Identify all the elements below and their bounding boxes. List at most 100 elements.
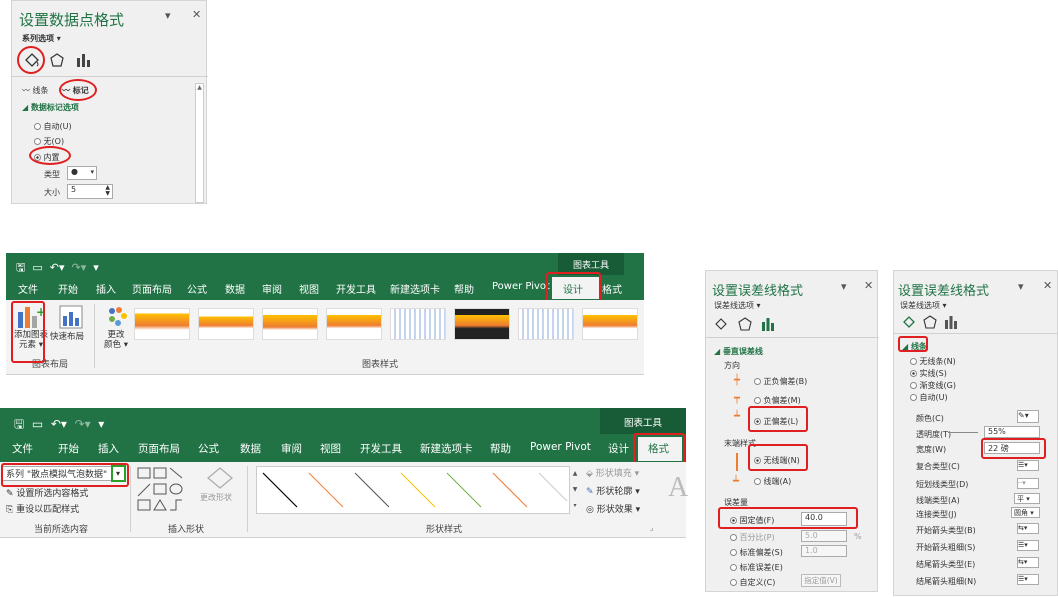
shape-outline-button[interactable]: ✎ 形状轮廓 ▾ bbox=[586, 484, 640, 497]
customize-icon[interactable]: ▾ bbox=[93, 261, 99, 274]
scrollbar[interactable]: ▲ bbox=[195, 83, 204, 203]
radio-percent[interactable]: 百分比(P) bbox=[730, 532, 775, 543]
fill-line-icon[interactable] bbox=[714, 317, 728, 331]
chart-style-thumb[interactable] bbox=[198, 308, 254, 340]
error-bar-options-icon[interactable] bbox=[761, 317, 775, 331]
dash-type-dropdown[interactable]: ┄▾ bbox=[1017, 478, 1039, 489]
radio-button[interactable] bbox=[910, 382, 917, 389]
marker-type-dropdown[interactable]: ● ▾ bbox=[67, 166, 97, 180]
radio-button[interactable] bbox=[730, 564, 737, 571]
radio-custom[interactable]: 自定义(C) bbox=[730, 577, 775, 588]
radio-button[interactable] bbox=[34, 138, 41, 145]
chart-style-thumb[interactable] bbox=[134, 308, 190, 340]
gallery-scroll[interactable]: ▲ ▼ ▾ bbox=[570, 466, 580, 514]
tab-power-pivot[interactable]: Power Pivot bbox=[492, 281, 550, 292]
tab-data[interactable]: 数据 bbox=[225, 281, 245, 296]
end-arrow-type-dropdown[interactable]: ⇆▾ bbox=[1017, 557, 1039, 568]
tab-developer[interactable]: 开发工具 bbox=[360, 441, 402, 456]
close-icon[interactable]: ✕ bbox=[1043, 279, 1052, 292]
marker-options-section[interactable]: ◢ 数据标记选项 bbox=[22, 102, 79, 113]
shape-style-gallery[interactable] bbox=[256, 466, 570, 514]
radio-stderr[interactable]: 标准误差(E) bbox=[730, 562, 783, 573]
tab-help[interactable]: 帮助 bbox=[490, 441, 511, 456]
chart-style-thumb[interactable] bbox=[454, 308, 510, 340]
tab-file[interactable]: 文件 bbox=[18, 281, 38, 296]
tab-page-layout[interactable]: 页面布局 bbox=[132, 281, 172, 296]
tab-view[interactable]: 视图 bbox=[299, 281, 319, 296]
series-options-icon[interactable] bbox=[75, 52, 91, 68]
change-colors-icon[interactable] bbox=[106, 305, 128, 327]
chart-style-gallery[interactable] bbox=[134, 308, 644, 342]
error-bar-options-dropdown[interactable]: 误差线选项 ▾ bbox=[900, 300, 947, 311]
tab-formulas[interactable]: 公式 bbox=[198, 441, 219, 456]
tab-developer[interactable]: 开发工具 bbox=[336, 281, 376, 296]
radio-button[interactable] bbox=[910, 370, 917, 377]
join-type-dropdown[interactable]: 圆角 ▾ bbox=[1011, 507, 1040, 518]
stddev-input[interactable]: 1.0 bbox=[801, 545, 847, 557]
change-colors-button[interactable]: 更改 颜色 ▾ bbox=[102, 330, 130, 350]
radio-button[interactable] bbox=[754, 478, 761, 485]
radio-button[interactable] bbox=[754, 397, 761, 404]
quick-layout-icon[interactable] bbox=[58, 304, 84, 330]
redo-icon[interactable]: ↷▾ bbox=[72, 261, 87, 274]
cap-type-dropdown[interactable]: 平 ▾ bbox=[1014, 493, 1040, 504]
tab-format[interactable]: 格式 bbox=[602, 281, 622, 296]
tab-insert[interactable]: 插入 bbox=[98, 441, 119, 456]
radio-button[interactable] bbox=[730, 534, 737, 541]
transparency-input[interactable]: 55% bbox=[984, 426, 1040, 438]
tab-review[interactable]: 审阅 bbox=[262, 281, 282, 296]
transparency-slider[interactable] bbox=[948, 432, 978, 433]
effects-icon[interactable] bbox=[923, 315, 937, 329]
radio-auto[interactable]: 自动(U) bbox=[910, 392, 948, 403]
radio-both[interactable]: 正负偏差(B) bbox=[754, 376, 807, 387]
pane-menu-icon[interactable]: ▾ bbox=[1018, 280, 1024, 293]
change-shape-icon[interactable] bbox=[206, 466, 234, 490]
radio-cap[interactable]: 线端(A) bbox=[754, 476, 791, 487]
color-picker[interactable]: ✎▾ bbox=[1017, 410, 1039, 423]
dialog-launcher-icon[interactable]: ⌟ bbox=[650, 524, 653, 532]
tab-home[interactable]: 开始 bbox=[58, 281, 78, 296]
marker-size-spinner[interactable]: 5 ▲ ▼ bbox=[67, 184, 113, 199]
specify-value-button[interactable]: 指定值(V) bbox=[801, 574, 841, 587]
compound-type-dropdown[interactable]: ☰▾ bbox=[1017, 460, 1039, 471]
chart-style-thumb[interactable] bbox=[326, 308, 382, 340]
error-bar-options-icon[interactable] bbox=[944, 315, 958, 329]
effects-icon[interactable] bbox=[738, 317, 752, 331]
chart-style-thumb[interactable] bbox=[582, 308, 638, 340]
tab-home[interactable]: 开始 bbox=[58, 441, 79, 456]
open-icon[interactable]: ▭ bbox=[32, 261, 42, 274]
tab-design[interactable]: 设计 bbox=[608, 441, 629, 456]
tab-data[interactable]: 数据 bbox=[240, 441, 261, 456]
radio-button[interactable] bbox=[730, 549, 737, 556]
tab-line[interactable]: 〰 线条 bbox=[22, 85, 49, 96]
undo-icon[interactable]: ↶▾ bbox=[50, 261, 65, 274]
quick-layout-button[interactable]: 快速布局 bbox=[50, 330, 84, 342]
radio-button[interactable] bbox=[910, 358, 917, 365]
tab-insert[interactable]: 插入 bbox=[96, 281, 116, 296]
begin-arrow-type-dropdown[interactable]: ⇆▾ bbox=[1017, 523, 1039, 534]
effects-icon[interactable] bbox=[49, 52, 65, 68]
series-options-dropdown[interactable]: 系列选项 ▾ bbox=[22, 33, 61, 44]
end-arrow-size-dropdown[interactable]: ☰▾ bbox=[1017, 574, 1039, 585]
radio-button[interactable] bbox=[730, 579, 737, 586]
radio-auto[interactable]: 自动(U) bbox=[34, 121, 72, 132]
fill-line-icon[interactable] bbox=[902, 315, 916, 329]
shape-effects-button[interactable]: ◎ 形状效果 ▾ bbox=[586, 502, 640, 515]
save-icon[interactable]: 🖫 bbox=[14, 417, 24, 431]
tab-new[interactable]: 新建选项卡 bbox=[390, 281, 440, 296]
tab-new[interactable]: 新建选项卡 bbox=[420, 441, 473, 456]
error-bar-options-dropdown[interactable]: 误差线选项 ▾ bbox=[714, 300, 761, 311]
chart-style-thumb[interactable] bbox=[262, 308, 318, 340]
pane-menu-icon[interactable]: ▾ bbox=[165, 9, 171, 22]
pane-menu-icon[interactable]: ▾ bbox=[841, 280, 847, 293]
vertical-error-bar-section[interactable]: ◢ 垂直误差线 bbox=[714, 346, 763, 357]
shape-gallery[interactable] bbox=[136, 466, 192, 516]
radio-button[interactable] bbox=[754, 378, 761, 385]
radio-button[interactable] bbox=[34, 123, 41, 130]
reset-style-button[interactable]: ⎘ 重设以匹配样式 bbox=[6, 502, 79, 515]
save-icon[interactable]: 🖫 bbox=[16, 261, 25, 274]
format-selection-button[interactable]: ✎ 设置所选内容格式 bbox=[6, 486, 88, 499]
tab-help[interactable]: 帮助 bbox=[454, 281, 474, 296]
undo-icon[interactable]: ↶▾ bbox=[51, 417, 67, 431]
radio-stddev[interactable]: 标准偏差(S) bbox=[730, 547, 783, 558]
